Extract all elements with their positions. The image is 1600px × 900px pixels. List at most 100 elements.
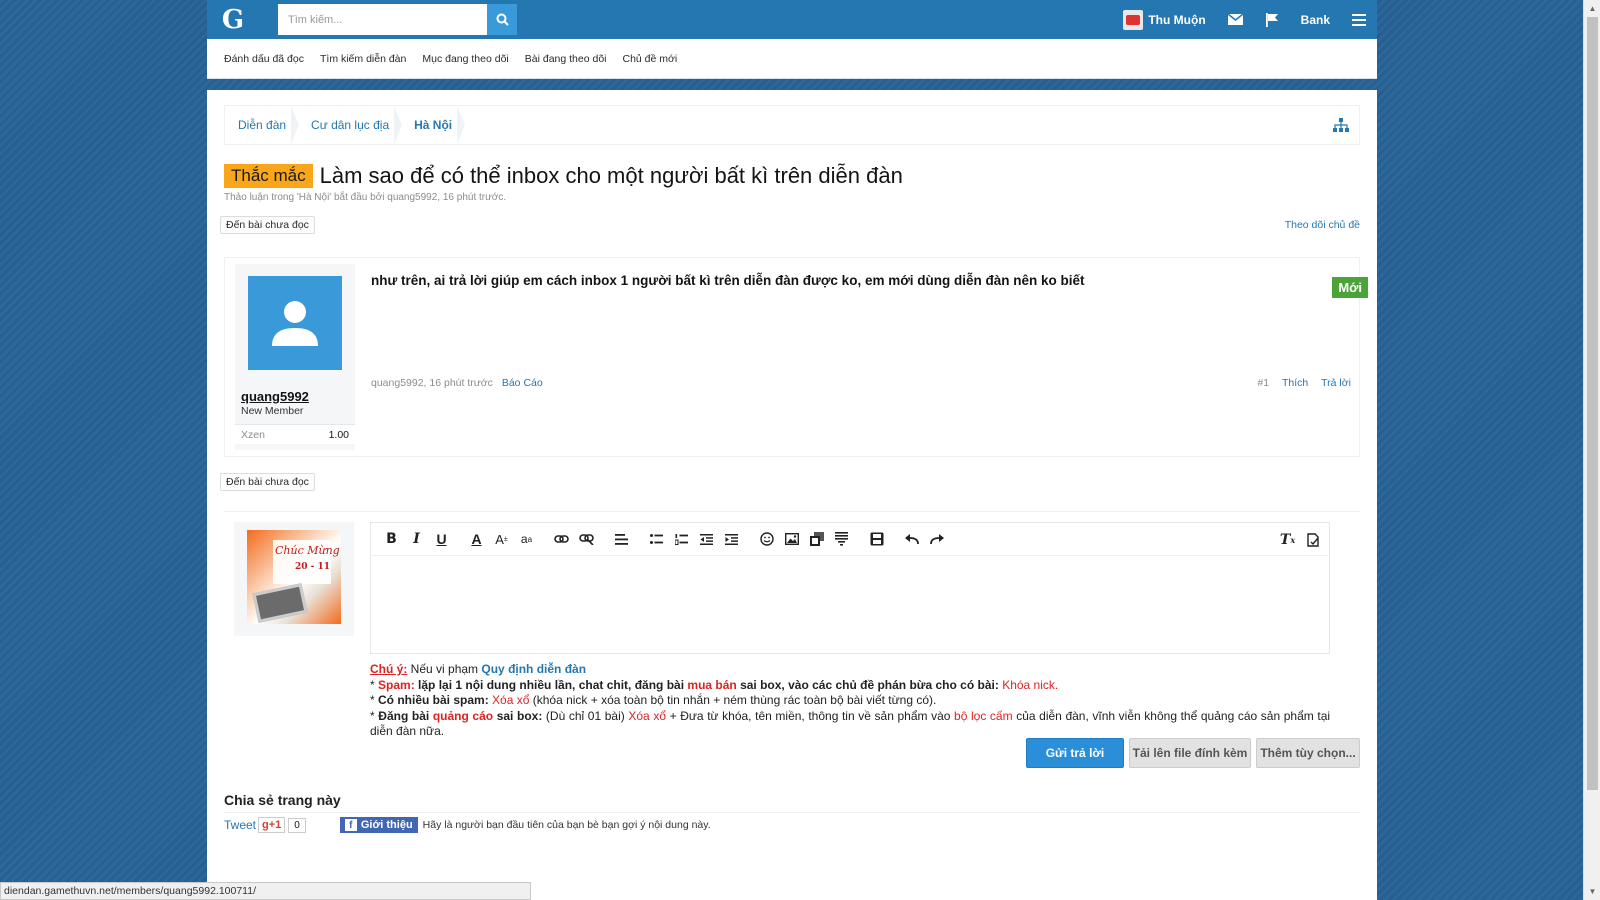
submit-reply-button[interactable]: Gửi trả lời xyxy=(1026,738,1124,768)
thread-prefix[interactable]: Thắc mắc xyxy=(224,164,313,188)
numbered-list-icon[interactable] xyxy=(669,527,694,552)
notice-line-multi-spam: * Có nhiều bài spam: Xóa xổ (khóa nick +… xyxy=(370,693,1330,709)
link-icon[interactable] xyxy=(549,527,574,552)
rich-text-editor: B I U A A ± aa T x xyxy=(370,522,1330,654)
tweet-button[interactable]: Tweet xyxy=(224,818,256,832)
sitemap-icon[interactable] xyxy=(1333,118,1349,132)
user-menu[interactable]: Thu Muộn xyxy=(1112,0,1216,39)
save-draft-icon[interactable] xyxy=(864,527,889,552)
browser-status-bar: diendan.gamethuvn.net/members/quang5992.… xyxy=(0,882,531,900)
site-logo[interactable]: G xyxy=(207,0,259,39)
indent-icon[interactable] xyxy=(719,527,744,552)
breadcrumb-item[interactable]: Cư dân lục địa xyxy=(298,106,403,144)
breadcrumb-item[interactable]: Diễn đàn xyxy=(225,106,300,144)
reply-link[interactable]: Trả lời xyxy=(1321,377,1351,389)
underline-icon[interactable]: U xyxy=(429,527,454,552)
align-icon[interactable] xyxy=(609,527,634,552)
post-number[interactable]: #1 xyxy=(1257,377,1269,389)
notice-line-spam: * Spam: lặp lại 1 nội dung nhiều lần, ch… xyxy=(370,678,1330,694)
scroll-thumb[interactable] xyxy=(1587,17,1598,790)
scroll-up-arrow[interactable]: ▲ xyxy=(1584,0,1600,17)
redo-icon[interactable] xyxy=(924,527,949,552)
post-userbox: quang5992 New Member Xzen 1.00 xyxy=(235,264,355,450)
xzen-label: Xzen xyxy=(241,428,265,441)
quote-icon[interactable] xyxy=(829,527,854,552)
greeting-text: Chúc Mừng xyxy=(275,544,340,557)
subnav-search-forum[interactable]: Tìm kiếm diễn đàn xyxy=(320,53,406,65)
font-size-icon[interactable]: A ± xyxy=(489,527,514,552)
lock-penalty: Khóa nick. xyxy=(1002,677,1059,692)
like-link[interactable]: Thích xyxy=(1282,377,1308,389)
search-icon xyxy=(496,13,509,26)
main-content: Diễn đàn Cư dân lục địa Hà Nội Thắc mắc … xyxy=(207,90,1377,900)
reply-userbox: Chúc Mừng 20 - 11 xyxy=(234,522,354,636)
scroll-down-arrow[interactable]: ▼ xyxy=(1584,883,1600,900)
user-name: Thu Muộn xyxy=(1148,12,1206,27)
flag-icon xyxy=(1265,12,1278,27)
ban-filter-text: bộ lọc cấm xyxy=(954,708,1013,723)
vertical-scrollbar[interactable]: ▲ ▼ xyxy=(1583,0,1600,900)
smiley-icon[interactable] xyxy=(754,527,779,552)
subnav-watched-threads[interactable]: Bài đang theo dõi xyxy=(525,53,607,65)
font-family-icon[interactable]: aa xyxy=(514,527,539,552)
remove-format-icon[interactable]: Tx xyxy=(1275,527,1300,552)
subnav-new-threads[interactable]: Chủ đề mới xyxy=(623,53,678,65)
undo-icon[interactable] xyxy=(899,527,924,552)
ads-text-d: + Đưa từ khóa, tên miền, thông tin về sả… xyxy=(666,708,955,723)
outdent-icon[interactable] xyxy=(694,527,719,552)
unread-button-top[interactable]: Đến bài chưa đọc xyxy=(220,216,315,234)
search-button[interactable] xyxy=(487,4,517,35)
report-link[interactable]: Báo Cáo xyxy=(502,377,543,389)
gplus-button[interactable]: g+1 xyxy=(258,817,286,833)
new-badge: Mới xyxy=(1332,277,1368,298)
bold-icon[interactable]: B xyxy=(379,527,404,552)
facebook-recommend-button[interactable]: f Giới thiệu xyxy=(339,817,418,833)
post-user-title: New Member xyxy=(241,405,304,417)
post-author-time[interactable]: quang5992, 16 phút trước xyxy=(371,377,493,389)
rules-link[interactable]: Quy định diễn đàn xyxy=(481,662,586,676)
share-buttons: Tweet g+1 0 f Giới thiệu Hãy là người bạ… xyxy=(224,817,711,833)
breadcrumb-item-current[interactable]: Hà Nội xyxy=(401,106,466,144)
post-username[interactable]: quang5992 xyxy=(241,389,309,404)
bullet-star: * xyxy=(370,693,379,707)
multi-spam-label: Có nhiều bài spam: xyxy=(378,693,489,707)
tablet-image xyxy=(252,583,308,623)
search-input[interactable]: Tìm kiếm... xyxy=(278,4,487,35)
toolbar-right: Tx xyxy=(1275,527,1325,552)
spam-text-a: lặp lại 1 nội dung nhiều lần, chat chit,… xyxy=(414,677,688,692)
menu-button[interactable] xyxy=(1341,0,1377,39)
subnav-mark-read[interactable]: Đánh dấu đã đọc xyxy=(224,53,304,65)
image-icon[interactable] xyxy=(779,527,804,552)
unlink-icon[interactable] xyxy=(574,527,599,552)
italic-icon[interactable]: I xyxy=(404,527,429,552)
media-icon[interactable] xyxy=(804,527,829,552)
xzen-stat: Xzen 1.00 xyxy=(235,424,355,444)
editor-textarea[interactable] xyxy=(371,556,1329,654)
editor-toolbar: B I U A A ± aa T x xyxy=(371,523,1329,556)
bank-link[interactable]: Bank xyxy=(1290,0,1341,39)
unread-button-bottom[interactable]: Đến bài chưa đọc xyxy=(220,473,315,491)
gplus-count: 0 xyxy=(288,817,306,833)
avatar[interactable] xyxy=(248,276,342,370)
notice-line-intro: Chú ý: Nếu vi phạm Quy định diễn đàn xyxy=(370,662,1330,678)
post-message: quang5992 New Member Xzen 1.00 như trên,… xyxy=(224,257,1368,457)
hamburger-icon xyxy=(1352,13,1366,26)
quick-reply: Chúc Mừng 20 - 11 B I U A A ± aa T x Chú… xyxy=(224,511,1360,775)
bullet-list-icon[interactable] xyxy=(644,527,669,552)
toggle-bbcode-icon[interactable] xyxy=(1300,527,1325,552)
more-options-button[interactable]: Thêm tùy chọn... xyxy=(1256,738,1360,768)
inbox-button[interactable] xyxy=(1217,0,1254,39)
notice-line-ads: * Đăng bài quảng cáo sai box: (Dù chỉ 01… xyxy=(370,709,1330,740)
envelope-icon xyxy=(1227,14,1243,25)
sub-navigation: Đánh dấu đã đọc Tìm kiếm diễn đàn Mục đa… xyxy=(207,39,1377,79)
text-color-icon[interactable]: A xyxy=(464,527,489,552)
spam-label: Spam: xyxy=(378,677,415,692)
subnav-watched-forums[interactable]: Mục đang theo dõi xyxy=(422,53,508,65)
alerts-button[interactable] xyxy=(1254,0,1290,39)
reply-avatar: Chúc Mừng 20 - 11 xyxy=(247,530,341,624)
follow-thread-link[interactable]: Theo dõi chủ đề xyxy=(1285,219,1360,231)
user-avatar-mini xyxy=(1123,9,1144,30)
upload-attachment-button[interactable]: Tải lên file đính kèm xyxy=(1129,738,1251,768)
notice-intro-text: Nếu vi phạm xyxy=(407,662,482,676)
ads-delete-penalty: Xóa xổ xyxy=(628,708,667,723)
